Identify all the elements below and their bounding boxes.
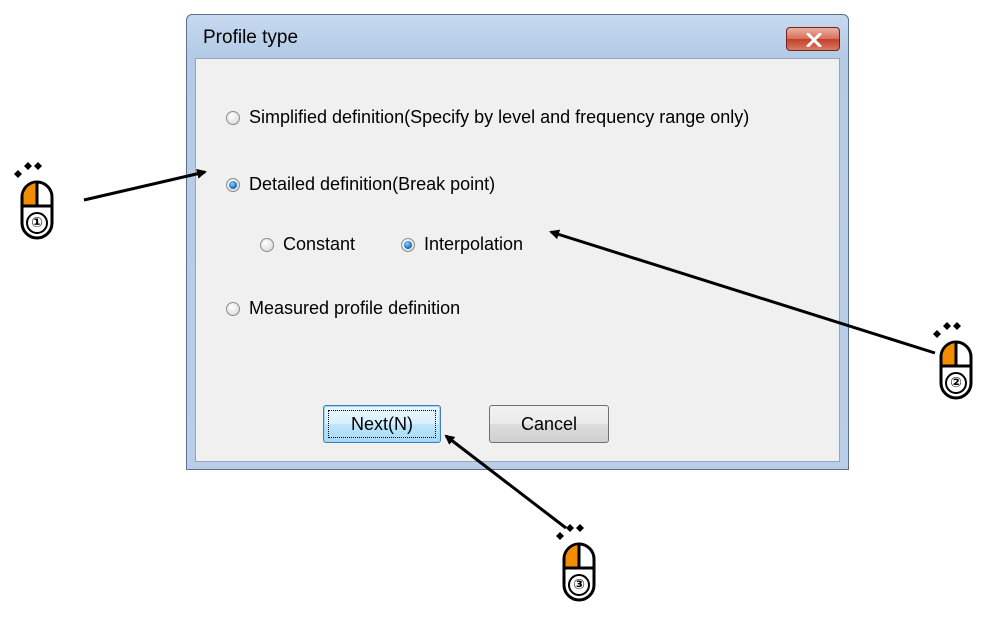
step-number-badge: ① <box>26 212 48 234</box>
arrow-step-1 <box>83 168 207 202</box>
arrow-step-2 <box>549 229 936 355</box>
step-number-badge: ③ <box>568 574 590 596</box>
mouse-callout-step-2: ② <box>929 322 973 400</box>
mouse-callout-step-3: ③ <box>552 524 596 602</box>
step-number-badge: ② <box>945 372 967 394</box>
mouse-callout-step-1: ① <box>10 158 54 240</box>
callout-arrows <box>83 168 936 530</box>
arrow-step-3 <box>444 434 567 530</box>
